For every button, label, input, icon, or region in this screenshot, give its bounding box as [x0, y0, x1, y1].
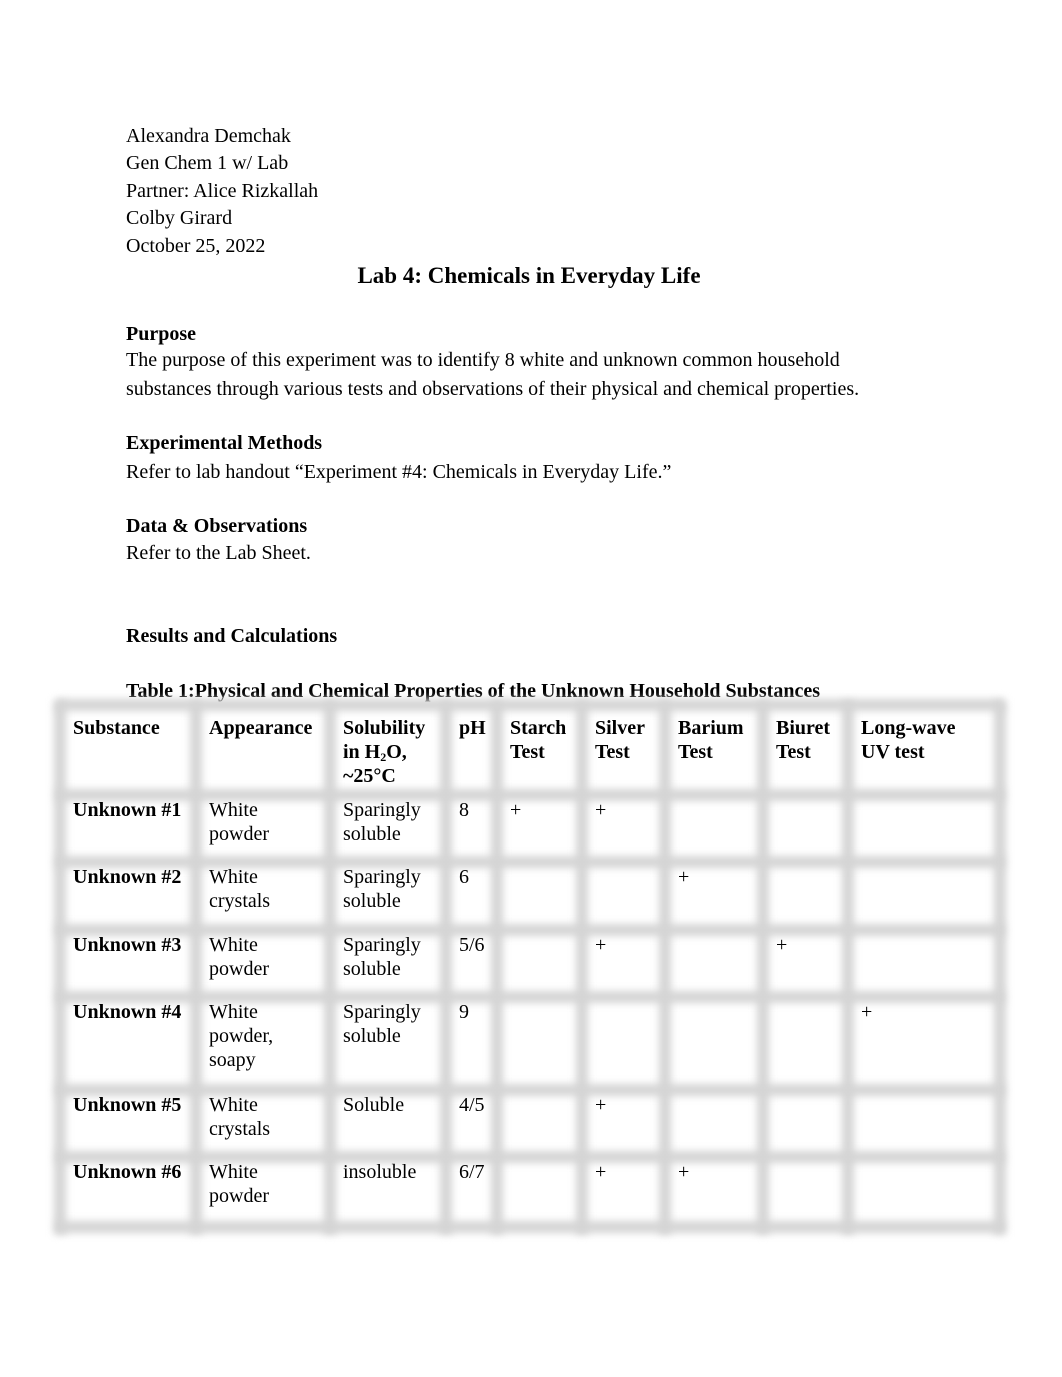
methods-heading: Experimental Methods — [126, 432, 323, 454]
table-header-cell: Biuret Test — [776, 717, 831, 763]
table-row-border — [56, 1221, 1004, 1233]
table-cell-appearance: White powder — [209, 1161, 269, 1207]
instructor-name: Colby Girard — [126, 207, 233, 229]
table-cell-barium: + — [678, 1161, 690, 1183]
table-row-border — [56, 924, 1004, 936]
table-cell-ph: 8 — [459, 799, 469, 821]
results-heading: Results and Calculations — [126, 625, 338, 647]
table-cell-appearance: White powder — [209, 799, 269, 845]
table-cell-barium: + — [678, 866, 690, 888]
table-cell-ph: 4/5 — [459, 1094, 485, 1116]
table-cell-solubility: Soluble — [343, 1094, 405, 1116]
table-cell-silver: + — [595, 1094, 607, 1116]
table-header-cell: Solubility in H2O, ~25°C — [343, 716, 425, 788]
table-cell-silver: + — [595, 799, 607, 821]
author-name: Alexandra Demchak — [126, 125, 291, 147]
table-header-cell: pH — [459, 717, 486, 739]
table-cell-appearance: White crystals — [209, 1094, 271, 1140]
table-row-label: Unknown #5 — [73, 1094, 182, 1116]
report-date: October 25, 2022 — [126, 235, 266, 257]
data-text: Refer to the Lab Sheet. — [126, 542, 311, 564]
table-cell-ph: 6/7 — [459, 1161, 485, 1183]
purpose-text-line-1: The purpose of this experiment was to id… — [126, 349, 840, 371]
methods-text: Refer to lab handout “Experiment #4: Che… — [126, 461, 672, 483]
purpose-text-line-2: substances through various tests and obs… — [126, 378, 860, 400]
table-header-cell: Starch Test — [510, 717, 567, 763]
table-header-cell: Long-wave UV test — [861, 717, 956, 763]
table-row-label: Unknown #6 — [73, 1161, 182, 1183]
data-heading: Data & Observations — [126, 515, 308, 537]
table-cell-solubility: Sparingly soluble — [343, 1001, 421, 1047]
table-row-label: Unknown #1 — [73, 799, 182, 821]
table-row-label: Unknown #4 — [73, 1001, 182, 1023]
table-header-cell: Appearance — [209, 717, 313, 739]
properties-table: Substance Appearance Solubility in H2O, ~2… — [54, 699, 1006, 1234]
partner-name: Partner: Alice Rizkallah — [126, 180, 319, 202]
table-row-label: Unknown #3 — [73, 934, 182, 956]
table-cell-solubility: insoluble — [343, 1161, 417, 1183]
table-header-cell: Barium Test — [678, 717, 744, 763]
table-cell-uv: + — [861, 1001, 873, 1023]
table-cell-starch: + — [510, 799, 522, 821]
table-header-cell: Substance — [73, 717, 160, 739]
table-row-border — [56, 789, 1004, 801]
table-cell-ph: 9 — [459, 1001, 469, 1023]
purpose-heading: Purpose — [126, 323, 196, 345]
table-cell-ph: 5/6 — [459, 934, 485, 956]
document-page: Alexandra Demchak Gen Chem 1 w/ Lab Part… — [0, 0, 1062, 1377]
table-row-border — [56, 699, 1004, 711]
table-cell-appearance: White powder — [209, 934, 269, 980]
document-title: Lab 4: Chemicals in Everyday Life — [357, 263, 701, 288]
course-name: Gen Chem 1 w/ Lab — [126, 152, 289, 174]
table-cell-ph: 6 — [459, 866, 469, 888]
table-row-border — [56, 1084, 1004, 1096]
table-cell-silver: + — [595, 1161, 607, 1183]
table-cell-silver: + — [595, 934, 607, 956]
table-row-border — [56, 1151, 1004, 1163]
table-row-label: Unknown #2 — [73, 866, 182, 888]
table-cell-solubility: Sparingly soluble — [343, 866, 421, 912]
table-row-border — [56, 856, 1004, 868]
table-cell-solubility: Sparingly soluble — [343, 934, 421, 980]
table-cell-appearance: White powder, soapy — [209, 1001, 274, 1071]
table-cell-appearance: White crystals — [209, 866, 271, 912]
table-cell-solubility: Sparingly soluble — [343, 799, 421, 845]
table-header-cell: Silver Test — [595, 717, 645, 763]
table-cell-biuret: + — [776, 934, 788, 956]
